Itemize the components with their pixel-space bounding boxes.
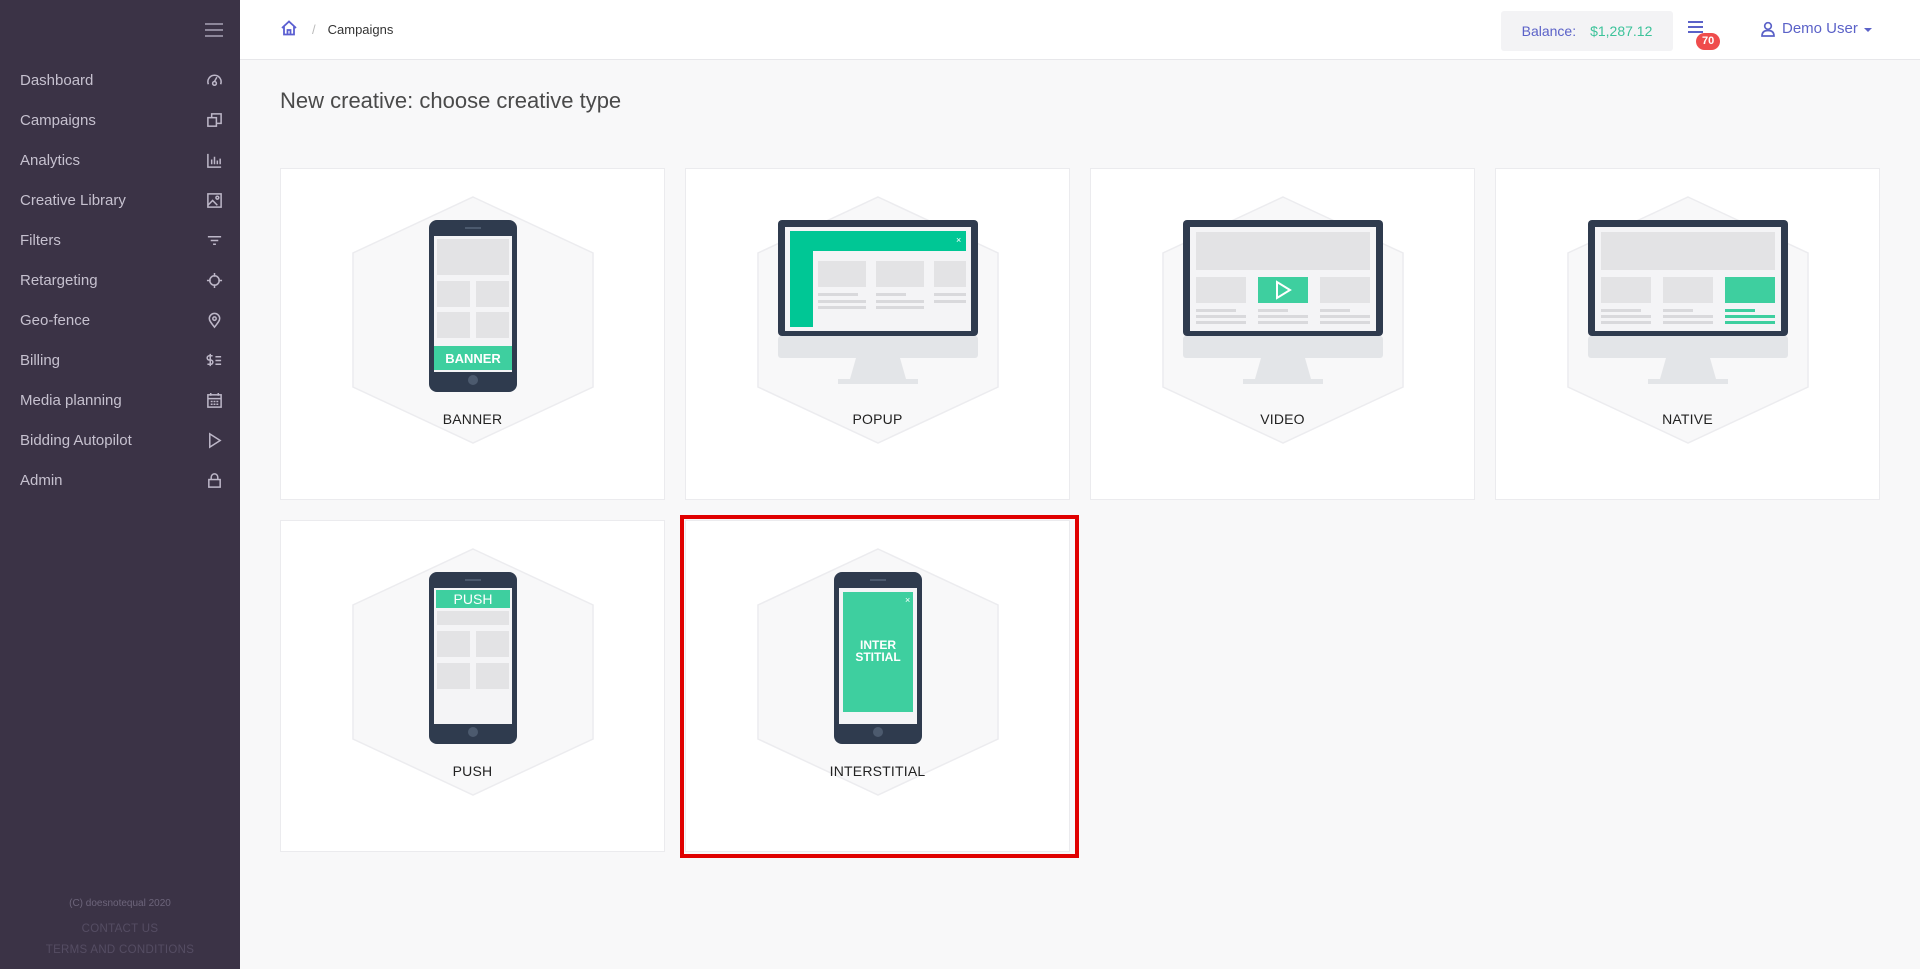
card-label-native: NATIVE bbox=[1662, 411, 1713, 427]
sidebar-item-retargeting[interactable]: Retargeting bbox=[0, 260, 240, 300]
banner-illustration bbox=[352, 196, 594, 444]
sidebar-item-label: Analytics bbox=[20, 151, 81, 169]
sidebar-item-label: Campaigns bbox=[20, 111, 96, 129]
popup-illustration: × bbox=[757, 196, 999, 444]
creative-type-interstitial[interactable]: × INTER STITIAL INTERSTITIAL bbox=[685, 520, 1070, 852]
creative-type-native[interactable]: NATIVE bbox=[1495, 168, 1880, 500]
sidebar-item-billing[interactable]: Billing bbox=[0, 340, 240, 380]
sidebar-item-label: Media planning bbox=[20, 391, 122, 409]
notifications-button[interactable]: 70 bbox=[1688, 21, 1724, 51]
crosshair-icon bbox=[205, 271, 223, 289]
top-header: / Campaigns Balance: $1,287.12 70 Demo U… bbox=[240, 0, 1920, 60]
analytics-icon bbox=[205, 151, 223, 169]
svg-text:×: × bbox=[956, 235, 961, 245]
sidebar-item-admin[interactable]: Admin bbox=[0, 460, 240, 500]
notification-count-badge: 70 bbox=[1696, 33, 1721, 50]
balance-label: Balance: bbox=[1521, 23, 1577, 39]
sidebar-item-label: Retargeting bbox=[20, 271, 98, 289]
sidebar-item-label: Filters bbox=[20, 231, 61, 249]
sidebar-item-bidding-autopilot[interactable]: Bidding Autopilot bbox=[0, 420, 240, 460]
card-label-video: VIDEO bbox=[1260, 411, 1305, 427]
creative-type-push[interactable]: PUSH PUSH bbox=[280, 520, 665, 852]
sidebar: Dashboard Campaigns Analytics Creative L… bbox=[0, 0, 240, 969]
sidebar-item-label: Geo-fence bbox=[20, 311, 91, 329]
creative-type-video[interactable]: VIDEO bbox=[1090, 168, 1475, 500]
home-icon[interactable] bbox=[280, 19, 298, 40]
sidebar-item-creative-library[interactable]: Creative Library bbox=[0, 180, 240, 220]
sidebar-item-filters[interactable]: Filters bbox=[0, 220, 240, 260]
sidebar-footer: (C) doesnotequal 2020 CONTACT US TERMS A… bbox=[0, 893, 240, 961]
card-label-push: PUSH bbox=[452, 763, 493, 779]
push-illustration bbox=[352, 548, 594, 796]
svg-text:×: × bbox=[905, 595, 910, 605]
sidebar-nav: Dashboard Campaigns Analytics Creative L… bbox=[0, 60, 240, 500]
sidebar-item-geo-fence[interactable]: Geo-fence bbox=[0, 300, 240, 340]
user-menu[interactable]: Demo User bbox=[1760, 20, 1872, 37]
billing-icon bbox=[205, 351, 223, 369]
chevron-down-icon bbox=[1863, 27, 1872, 32]
page-title: New creative: choose creative type bbox=[280, 88, 622, 113]
play-icon bbox=[205, 431, 223, 449]
location-pin-icon bbox=[205, 311, 223, 329]
user-icon bbox=[1761, 21, 1775, 37]
user-name: Demo User bbox=[1782, 20, 1858, 37]
breadcrumb-separator: / bbox=[312, 22, 316, 37]
interstitial-illustration: × bbox=[757, 548, 999, 796]
contact-us-link[interactable]: CONTACT US bbox=[0, 919, 240, 940]
sidebar-item-label: Bidding Autopilot bbox=[20, 431, 132, 449]
sidebar-item-label: Admin bbox=[20, 471, 63, 489]
sidebar-item-label: Creative Library bbox=[20, 191, 126, 209]
card-label-interstitial: INTERSTITIAL bbox=[829, 763, 926, 779]
dashboard-icon bbox=[205, 71, 223, 89]
balance-amount: $1,287.12 bbox=[1590, 23, 1653, 39]
native-illustration bbox=[1567, 196, 1809, 444]
copyright-text: (C) doesnotequal 2020 bbox=[69, 898, 171, 909]
terms-link[interactable]: TERMS AND CONDITIONS bbox=[0, 940, 240, 961]
image-icon bbox=[205, 191, 223, 209]
balance-box: Balance: $1,287.12 bbox=[1501, 11, 1673, 51]
card-label-banner: BANNER bbox=[442, 411, 503, 427]
sidebar-item-analytics[interactable]: Analytics bbox=[0, 140, 240, 180]
sidebar-item-media-planning[interactable]: Media planning bbox=[0, 380, 240, 420]
breadcrumb-current[interactable]: Campaigns bbox=[328, 22, 394, 37]
sidebar-item-label: Billing bbox=[20, 351, 61, 369]
calendar-icon bbox=[205, 391, 223, 409]
hamburger-menu-icon[interactable] bbox=[205, 23, 223, 37]
notifications-icon bbox=[1688, 21, 1724, 33]
sidebar-item-campaigns[interactable]: Campaigns bbox=[0, 100, 240, 140]
lock-icon bbox=[205, 471, 223, 489]
creative-type-banner[interactable]: BANNER BANNER bbox=[280, 168, 665, 500]
sidebar-item-label: Dashboard bbox=[20, 71, 94, 89]
card-label-popup: POPUP bbox=[852, 411, 903, 427]
filter-icon bbox=[205, 231, 223, 249]
video-illustration bbox=[1162, 196, 1404, 444]
campaigns-icon bbox=[205, 111, 223, 129]
creative-type-popup[interactable]: × POPUP bbox=[685, 168, 1070, 500]
breadcrumb: / Campaigns bbox=[280, 19, 393, 40]
sidebar-item-dashboard[interactable]: Dashboard bbox=[0, 60, 240, 100]
